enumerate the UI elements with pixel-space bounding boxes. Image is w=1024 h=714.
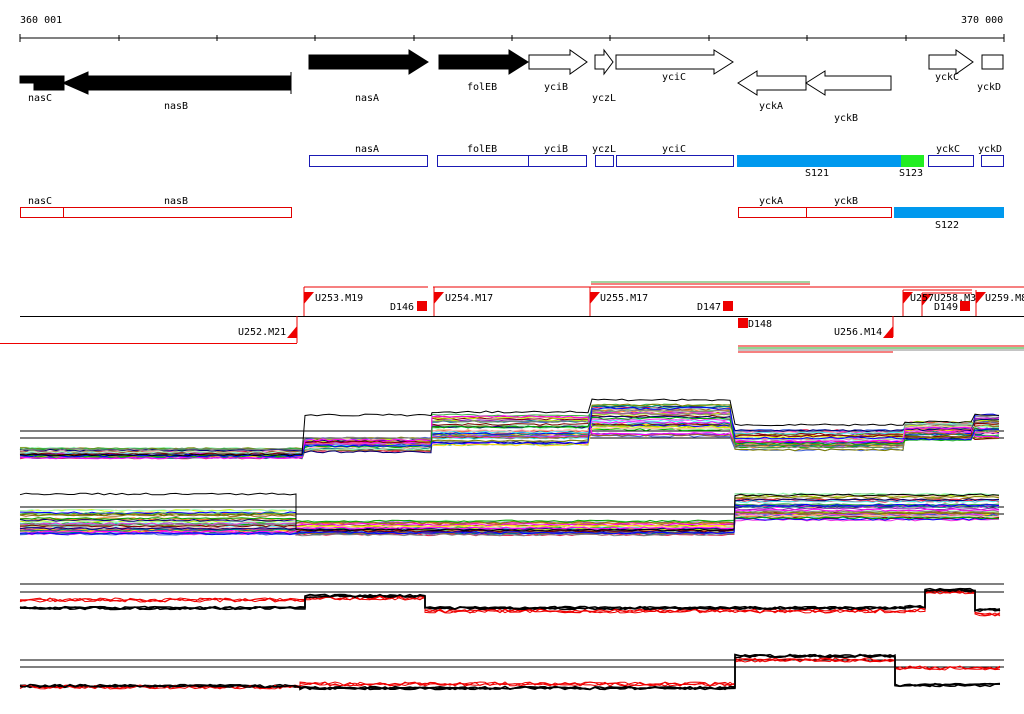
downstream-label-D147: D147 <box>697 302 721 313</box>
upstream-label-U256: U256.M14 <box>834 327 882 338</box>
plus-strand-track: nasA folEB yciB yczL yciC yckC yckD S121… <box>309 144 1004 179</box>
gene-label-yckD: yckD <box>977 82 1001 93</box>
downstream-label-D149: D149 <box>934 302 958 313</box>
ruler-start-label: 360 001 <box>20 15 62 26</box>
upstream-marker-U255[interactable] <box>590 292 600 304</box>
gene-nasA[interactable]: nasA <box>308 49 429 104</box>
downstream-marker-D147[interactable] <box>723 301 733 311</box>
downstream-label-D148: D148 <box>748 319 772 330</box>
upstream-marker-U254[interactable] <box>434 292 444 304</box>
minus-label-yckA: yckA <box>759 196 783 207</box>
gene-label-yciC: yciC <box>662 72 686 83</box>
coordinate-ruler: 360 001 370 000 <box>19 15 1005 42</box>
plus-label-yckD: yckD <box>978 144 1002 155</box>
plus-box-yckD[interactable] <box>981 155 1004 167</box>
upstream-label-U259: U259.M8 <box>985 293 1024 304</box>
plus-box-yczL[interactable] <box>595 155 614 167</box>
gene-nasC[interactable]: nasC <box>19 75 65 104</box>
gene-yckC[interactable]: yckC <box>928 49 974 83</box>
plus-label-nasA: nasA <box>355 144 379 155</box>
plus-label-yciC: yciC <box>662 144 686 155</box>
gene-yczL[interactable]: yczL <box>592 48 616 104</box>
gene-label-yckA: yckA <box>759 101 783 112</box>
gene-label-nasB: nasB <box>164 101 188 112</box>
gene-label-nasA: nasA <box>355 93 379 104</box>
plus-box-folEB[interactable] <box>437 155 529 167</box>
segment-S123[interactable] <box>901 155 924 167</box>
minus-label-yckB: yckB <box>834 196 858 207</box>
plus-box-nasA[interactable] <box>309 155 428 167</box>
gene-yckB[interactable]: yckB <box>805 70 892 124</box>
ruler-end-label: 370 000 <box>961 15 1003 26</box>
segment-label-S122: S122 <box>935 220 959 231</box>
plus-label-yczL: yczL <box>592 144 616 155</box>
upstream-marker-U253[interactable] <box>304 292 314 304</box>
profile-panel-2 <box>19 492 1004 537</box>
profile-panel-1 <box>19 398 1004 460</box>
downstream-label-D146: D146 <box>390 302 414 313</box>
minus-box-nasC[interactable] <box>20 207 64 218</box>
segment-label-S121: S121 <box>805 168 829 179</box>
genome-browser-view: 360 001 370 000 nasC nasB nasA folEB yci… <box>0 15 1024 691</box>
profile-panel-3 <box>19 583 1004 617</box>
gene-yciB[interactable]: yciB <box>528 49 588 93</box>
minus-label-nasC: nasC <box>28 196 52 207</box>
minus-box-yckB[interactable] <box>806 207 892 218</box>
minus-box-yckA[interactable] <box>738 207 807 218</box>
plus-label-yciB: yciB <box>544 144 568 155</box>
gene-label-yciB: yciB <box>544 82 568 93</box>
plus-box-yciC[interactable] <box>616 155 734 167</box>
gene-label-yckB: yckB <box>834 113 858 124</box>
upstream-label-U252: U252.M21 <box>238 327 286 338</box>
segment-S121[interactable] <box>737 155 901 167</box>
downstream-marker-D146[interactable] <box>417 301 427 311</box>
plus-box-yckC[interactable] <box>928 155 974 167</box>
gene-nasB[interactable]: nasB <box>61 71 292 112</box>
transcription-unit-track: U253.M19 U254.M17 U255.M17 U252.M21 U256… <box>0 281 1024 353</box>
upstream-label-U255: U255.M17 <box>600 293 648 304</box>
gene-label-nasC: nasC <box>28 93 52 104</box>
gene-label-yczL: yczL <box>592 93 616 104</box>
gene-label-yckC: yckC <box>935 72 959 83</box>
upstream-marker-U256[interactable] <box>883 326 893 338</box>
segment-S122[interactable] <box>894 207 1004 218</box>
upstream-label-U253: U253.M19 <box>315 293 363 304</box>
gene-yciC[interactable]: yciC <box>615 49 734 83</box>
downstream-marker-D148[interactable] <box>738 318 748 328</box>
plus-label-yckC: yckC <box>936 144 960 155</box>
gene-folEB[interactable]: folEB <box>438 49 529 93</box>
gene-label-folEB: folEB <box>467 82 497 93</box>
gene-annotation-track: nasC nasB nasA folEB yciB yczL yciC yckA… <box>19 48 1004 124</box>
plus-box-yciB[interactable] <box>528 155 587 167</box>
profile-curve <box>19 657 1001 690</box>
gene-yckA[interactable]: yckA <box>737 70 807 112</box>
upstream-label-U254: U254.M17 <box>445 293 493 304</box>
upstream-marker-U252[interactable] <box>287 326 297 338</box>
minus-label-nasB: nasB <box>164 196 188 207</box>
gene-yckD[interactable]: yckD <box>977 54 1004 93</box>
minus-box-nasB[interactable] <box>63 207 292 218</box>
segment-label-S123: S123 <box>899 168 923 179</box>
upstream-label-U257: U257 <box>910 293 934 304</box>
plus-label-folEB: folEB <box>467 144 497 155</box>
profile-panel-4 <box>19 653 1004 691</box>
minus-strand-track: nasC nasB yckA yckB S122 <box>20 196 1004 231</box>
